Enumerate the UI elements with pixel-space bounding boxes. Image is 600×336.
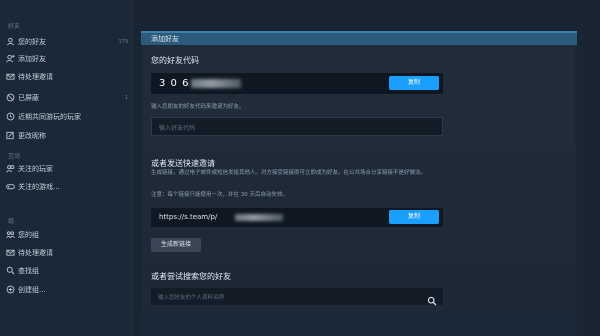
plus-icon: [6, 285, 15, 294]
redacted-link: [235, 214, 283, 221]
sidebar-item-label: 关注的玩家: [18, 164, 53, 173]
friend-search-placeholder: 输入您好友的个人资料名称: [158, 295, 225, 301]
friend-code-placeholder: 输入好友代码: [159, 125, 196, 132]
sidebar-item-label: 关注的游戏...: [18, 182, 60, 191]
sidebar-section-groups: 组: [8, 218, 15, 225]
sidebar-item-label: 已屏蔽: [18, 93, 39, 102]
friend-code-value: 3 0 6: [159, 78, 190, 89]
sidebar-item-label: 创建组...: [18, 285, 46, 294]
sidebar-item-blocked[interactable]: 已屏蔽 1: [0, 89, 134, 107]
invite-expiry-note: 注意：每个链接只能使用一次，并在 30 天后自动失效。: [151, 192, 288, 198]
envelope-icon: [6, 248, 15, 257]
sidebar-item-label: 您的好友: [18, 37, 46, 46]
panel-header: 添加好友: [141, 31, 577, 45]
redacted-code: [191, 79, 241, 88]
edit-icon: [6, 131, 15, 140]
search-icon: [6, 266, 15, 275]
sidebar-item-label: 近期共同游玩的玩家: [18, 112, 81, 121]
group-icon: [6, 230, 15, 239]
add-friend-icon: [6, 54, 15, 63]
sidebar-item-label: 待处理邀请: [18, 72, 53, 81]
sidebar-item-label: 您的组: [18, 230, 39, 239]
envelope-icon: [6, 72, 15, 81]
sidebar-item-add-friend[interactable]: 添加好友: [0, 50, 134, 68]
sidebar-item-label: 待处理邀请: [18, 248, 53, 257]
friend-code-input[interactable]: 输入好友代码: [151, 117, 443, 136]
generate-link-button[interactable]: 生成新链接: [151, 238, 201, 252]
sidebar-item-followed-games[interactable]: 关注的游戏...: [0, 178, 134, 196]
sidebar-item-create-group[interactable]: 创建组...: [0, 281, 134, 299]
quick-invite-title: 或者发送快速邀请: [151, 159, 215, 168]
sidebar-item-pending-invites[interactable]: 待处理邀请: [0, 68, 134, 86]
sidebar-item-group-invites[interactable]: 待处理邀请: [0, 244, 134, 262]
sidebar-item-recently-played[interactable]: 近期共同游玩的玩家: [0, 108, 134, 126]
sidebar-item-change-nickname[interactable]: 更改昵称: [0, 127, 134, 145]
sidebar-item-followed-players[interactable]: 关注的玩家: [0, 160, 134, 178]
quick-invite-description: 生成链接，通过电子邮件或短信发给其他人。对方接受链接即可立即成为好友。在公共场合…: [151, 170, 427, 176]
friend-count: 179: [118, 38, 128, 45]
invite-link-url: https://s.team/p/: [159, 213, 218, 221]
quick-invite-section: 或者发送快速邀请 生成链接，通过电子邮件或短信发给其他人。对方接受链接即可立即成…: [143, 151, 575, 261]
follow-icon: [6, 164, 15, 173]
sidebar-item-label: 查找组: [18, 266, 39, 275]
search-friend-title: 或者尝试搜索您的好友: [151, 272, 231, 281]
person-icon: [6, 37, 15, 46]
add-friend-panel: 添加好友 您的好友代码 3 0 6 复制 输入您朋友的好友代码来邀请为好友。 输…: [141, 31, 577, 336]
search-icon[interactable]: [427, 291, 437, 306]
sidebar-section-interactions: 互动: [8, 153, 21, 160]
clock-icon: [6, 112, 15, 121]
sidebar-section-friends: 好友: [8, 23, 21, 30]
blocked-count: 1: [124, 94, 128, 101]
gamepad-icon: [6, 182, 15, 191]
sidebar-item-find-groups[interactable]: 查找组: [0, 262, 134, 280]
friend-search-input[interactable]: 输入您好友的个人资料名称: [151, 288, 443, 306]
sidebar: 好友 您的好友 179 添加好友 待处理邀请 已屏蔽 1 近期共同游玩的玩家 更…: [0, 0, 134, 336]
sidebar-item-your-groups[interactable]: 您的组: [0, 226, 134, 244]
sidebar-item-label: 更改昵称: [18, 131, 46, 140]
code-hint: 输入您朋友的好友代码来邀请为好友。: [151, 104, 245, 110]
friend-code-title: 您的好友代码: [151, 56, 199, 65]
copy-link-button[interactable]: 复制: [389, 210, 439, 224]
copy-code-button[interactable]: 复制: [389, 76, 439, 90]
sidebar-item-your-friends[interactable]: 您的好友 179: [0, 33, 134, 51]
search-friend-section: 或者尝试搜索您的好友 输入您好友的个人资料名称: [143, 261, 575, 311]
blocked-icon: [6, 93, 15, 102]
sidebar-item-label: 添加好友: [18, 54, 46, 63]
friend-code-section: 您的好友代码 3 0 6 复制 输入您朋友的好友代码来邀请为好友。 输入好友代码: [143, 45, 575, 153]
